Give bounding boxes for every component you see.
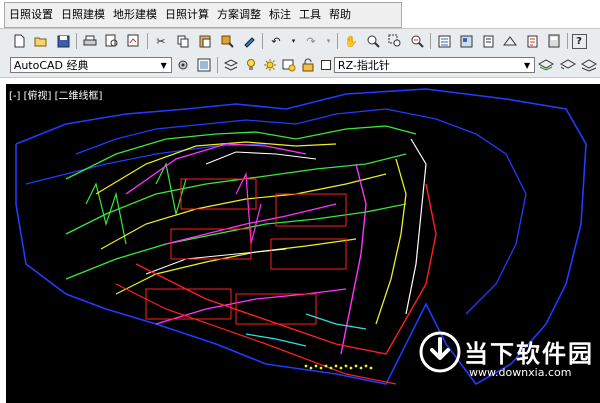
cut-icon[interactable]: ✂ [152,31,171,51]
match-properties-icon[interactable] [218,31,237,51]
sample-point [319,366,323,370]
watermark-url: www.downxia.com [469,366,572,379]
shadow-contour-line [75,108,527,315]
redo-icon[interactable]: ↷ [302,31,321,51]
sample-point [339,366,343,370]
menu-item-tools[interactable]: 工具 [295,4,325,26]
standard-toolbar: ✂ ↶ ▾ ↷ ▾ ✋ ? [0,28,600,54]
shadow-contour-line [405,138,427,315]
save-icon[interactable] [54,31,73,51]
toolbar-separator [76,33,77,49]
toolbar-separator [217,57,219,73]
undo-icon[interactable]: ↶ [267,31,286,51]
new-file-icon[interactable] [10,31,29,51]
chevron-down-icon: ▼ [160,60,167,70]
sample-point [349,366,353,370]
toolbar-separator [337,33,338,49]
sample-point [354,364,358,368]
menu-item-terrain-modeling[interactable]: 地形建模 [109,4,161,26]
properties-icon[interactable] [435,31,454,51]
undo-dropdown-icon[interactable]: ▾ [289,31,299,51]
markup-icon[interactable] [523,31,542,51]
sample-point [334,364,338,368]
workspace-settings-icon[interactable] [173,55,192,75]
sample-point [329,366,333,370]
print-preview-icon[interactable] [103,31,122,51]
layer-color-icon[interactable] [319,55,333,75]
watermark-logo: 当下软件园 www.downxia.com [414,328,598,380]
calculator-icon[interactable] [545,31,564,51]
lightbulb-icon[interactable] [243,55,259,75]
zoom-realtime-icon[interactable] [364,31,383,51]
shadow-contour-line [145,248,287,275]
building-outline [170,228,252,260]
menu-item-sunlight-calc[interactable]: 日照计算 [161,4,213,26]
print-icon[interactable] [81,31,100,51]
shadow-contour-line [100,173,387,250]
layer-value: RZ-指北针 [337,59,390,72]
copy-icon[interactable] [174,31,193,51]
watermark-brand: 当下软件园 [464,340,594,368]
sun-freeze-icon[interactable] [262,55,278,75]
sheet-set-icon[interactable] [501,31,520,51]
layer-previous-icon[interactable] [558,55,577,75]
sample-point [304,364,308,368]
customize-icon[interactable] [195,55,214,75]
drawing-viewport[interactable]: [-] [俯视] [二维线框] 当下软件园 www.downxia.com [6,84,600,403]
shadow-contour-line [115,238,357,295]
design-center-icon[interactable] [457,31,476,51]
viewport-freeze-icon[interactable] [281,55,297,75]
help-icon[interactable]: ? [571,33,587,49]
menu-strip: 日照设置 日照建模 地形建模 日照计算 方案调整 标注 工具 帮助 [4,2,402,28]
shadow-contour-line [65,203,407,280]
sample-point [314,364,318,368]
menu-item-sunlight-modeling[interactable]: 日照建模 [57,4,109,26]
building-outline [235,293,317,325]
sample-point [344,364,348,368]
sample-point [369,366,373,370]
menu-item-annotate[interactable]: 标注 [265,4,295,26]
layer-select[interactable]: RZ-指北针 ▼ [333,57,536,73]
tool-palettes-icon[interactable] [479,31,498,51]
pan-hand-icon[interactable]: ✋ [342,31,361,51]
shadow-contour-line [125,143,307,195]
open-folder-icon[interactable] [32,31,51,51]
building-outline [270,238,347,270]
annotation-line [305,313,367,330]
sample-point [364,364,368,368]
shadow-contour-line [375,158,407,325]
redo-dropdown-icon[interactable]: ▾ [324,31,334,51]
unlock-icon[interactable] [300,55,316,75]
download-logo-icon [419,331,461,373]
layer-states-icon[interactable] [580,55,599,75]
workspace-value: AutoCAD 经典 [13,59,89,72]
menu-item-help[interactable]: 帮助 [325,4,355,26]
plot-icon[interactable] [125,31,144,51]
menu-item-plan-adjust[interactable]: 方案调整 [213,4,265,26]
paste-icon[interactable] [196,31,215,51]
paint-brush-icon[interactable] [240,31,259,51]
toolbar-separator [147,33,148,49]
make-current-layer-icon[interactable] [537,55,556,75]
zoom-previous-icon[interactable] [408,31,427,51]
menu-item-sunlight-settings[interactable]: 日照设置 [5,4,57,26]
sample-point [359,366,363,370]
workspace-select[interactable]: AutoCAD 经典 ▼ [9,57,172,73]
toolbar-separator [567,33,568,49]
workspace-layer-toolbar: AutoCAD 经典 ▼ RZ-指北针 ▼ [0,53,600,78]
sample-point [324,364,328,368]
chevron-down-icon: ▼ [523,60,531,70]
toolbar-separator [430,33,431,49]
menu-bar: 日照设置 日照建模 地形建模 日照计算 方案调整 标注 工具 帮助 [0,0,600,28]
sample-point [309,366,313,370]
layer-properties-icon[interactable] [222,55,241,75]
zoom-window-icon[interactable] [386,31,405,51]
shadow-contour-line [205,151,317,165]
toolbar-separator [262,33,263,49]
